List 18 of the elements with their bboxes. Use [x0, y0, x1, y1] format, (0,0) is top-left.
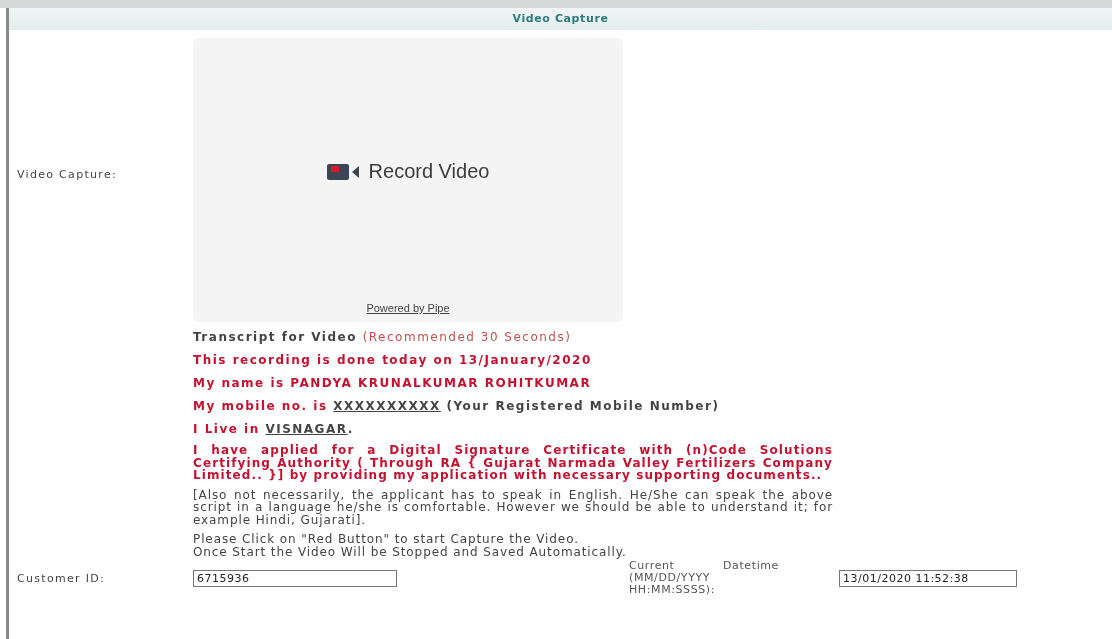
record-video-button[interactable]: Record Video: [326, 160, 490, 183]
transcript-line: I Live in VISNAGAR.: [193, 422, 355, 437]
datetime-field[interactable]: 13/01/2020 11:52:38: [839, 569, 1017, 587]
transcript-title: Transcript for Video (Recommended 30 Seconds): [193, 330, 573, 345]
note-text: [Also not necessarily, the applicant has to speak in English. He/She can speak the above script in a language he/she is comfortable. However we should be able to understand it; for example Hindi, Gujarati].: [193, 488, 833, 526]
transcript-line: My name is PANDYA KRUNALKUMAR ROHITKUMAR: [193, 376, 593, 391]
video-camera-icon: [326, 162, 361, 181]
section-header: Video Capture: [9, 8, 1112, 30]
transcript-line: My mobile no. is XXXXXXXXXX (Your Registered Mobile Number): [193, 399, 721, 414]
declaration-text: I have applied for a Digital Signature Certificate with (n)Code Solutions Certifying Authority ( Through RA { Gujarat Narmada Valley Fertilizers Company Limited.. }] by providing my application with necessary supporting documents..: [193, 444, 833, 482]
field-label: Video Capture:: [17, 168, 117, 181]
field-label: Customer ID:: [17, 571, 105, 585]
field-label: Current Datetime (MM/DD/YYYY HH:MM:SSSS):: [629, 560, 779, 596]
powered-by-link[interactable]: Powered by Pipe: [366, 302, 450, 314]
customer-id-field[interactable]: 6715936: [193, 569, 397, 587]
transcript-line: This recording is done today on 13/January/2020: [193, 353, 593, 368]
instruction-text: Once Start the Video Will be Stopped and Saved Automatically.: [193, 545, 628, 558]
instruction-text: Please Click on "Red Button" to start Capture the Video.: [193, 533, 579, 546]
